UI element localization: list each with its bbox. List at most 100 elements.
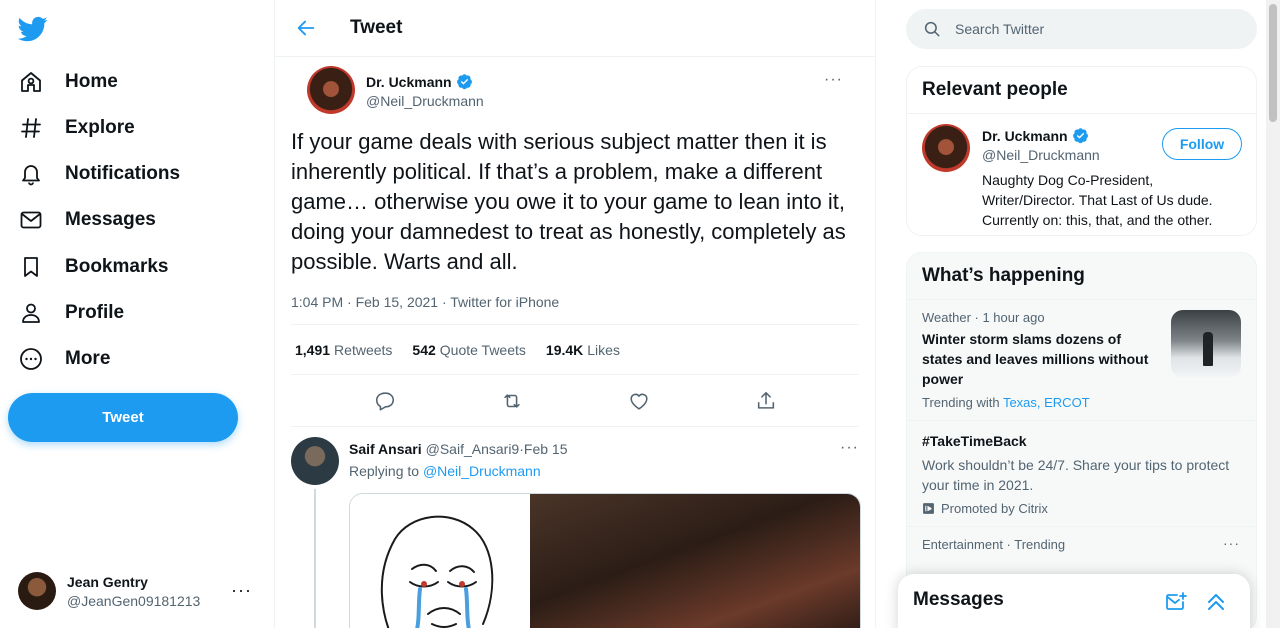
search-bar[interactable] <box>906 9 1257 49</box>
tweet-button[interactable]: Tweet <box>8 393 238 442</box>
trending-with: Trending with Texas, ERCOT <box>922 395 1241 410</box>
promoted-by: Promoted by Citrix <box>941 501 1048 516</box>
reply-date[interactable]: Feb 15 <box>524 441 568 457</box>
nav-more[interactable]: More <box>14 339 114 379</box>
more-horizontal-icon[interactable]: ··· <box>1223 535 1240 551</box>
avatar <box>18 572 56 610</box>
verified-badge-icon <box>1072 128 1088 144</box>
trend-title: Winter storm slams dozens of states and … <box>922 331 1149 387</box>
hashtag-icon <box>18 115 44 141</box>
tweet-source[interactable]: Twitter for iPhone <box>450 294 559 310</box>
left-sidebar: Home Explore Notifications Messages Book… <box>0 0 274 628</box>
trending-with-prefix: Trending with <box>922 395 1003 410</box>
nav-label: Home <box>65 71 118 92</box>
account-name: Jean Gentry <box>67 573 148 590</box>
nav-bookmarks[interactable]: Bookmarks <box>14 247 173 287</box>
share-icon[interactable] <box>755 390 777 412</box>
quote-tweets-stat[interactable]: 542 Quote Tweets <box>412 342 526 358</box>
retweet-icon[interactable] <box>501 390 523 412</box>
trend-meta: Entertainment · Trending <box>922 537 1066 552</box>
author-name: Dr. Uckmann <box>366 73 452 90</box>
main-header: Tweet <box>275 0 875 57</box>
person-name-row[interactable]: Dr. Uckmann <box>982 127 1089 144</box>
relevant-people-card: Relevant people Dr. Uckmann @Neil_Druckm… <box>906 66 1257 236</box>
nav-explore[interactable]: Explore <box>14 108 139 148</box>
avatar[interactable] <box>922 124 970 172</box>
trend-title: #TakeTimeBack <box>922 433 1027 449</box>
person-handle[interactable]: @Neil_Druckmann <box>982 147 1100 163</box>
likes-count: 19.4K <box>545 341 584 358</box>
follow-button[interactable]: Follow <box>1162 128 1242 160</box>
reply-media[interactable] <box>349 493 861 628</box>
twitter-bird-icon[interactable] <box>18 14 48 44</box>
card-title: What’s happening <box>922 265 1085 286</box>
author-handle[interactable]: @Neil_Druckmann <box>366 93 484 109</box>
account-handle: @JeanGen09181213 <box>67 592 201 609</box>
replying-to: Replying to @Neil_Druckmann <box>349 463 541 479</box>
page-scrollbar[interactable] <box>1266 0 1280 628</box>
nav-label: Profile <box>65 302 125 323</box>
tweet-timestamp: 1:04 PM · Feb 15, 2021 · Twitter for iPh… <box>291 294 859 325</box>
relevant-person[interactable]: Dr. Uckmann @Neil_Druckmann Follow Naugh… <box>907 114 1256 234</box>
chevron-double-up-icon[interactable] <box>1204 590 1228 614</box>
reply-author-handle[interactable]: @Saif_Ansari9 <box>426 441 520 457</box>
nav-label: Explore <box>65 117 135 138</box>
promoted-icon <box>923 503 934 514</box>
avatar[interactable] <box>291 437 339 485</box>
trending-with-links[interactable]: Texas, ERCOT <box>1003 395 1090 410</box>
nav-messages[interactable]: Messages <box>14 200 160 240</box>
search-icon <box>924 21 940 37</box>
nav-home[interactable]: Home <box>14 62 122 102</box>
back-arrow-icon[interactable] <box>295 17 317 39</box>
scrollbar-thumb[interactable] <box>1269 4 1277 122</box>
nav-notifications[interactable]: Notifications <box>14 154 184 194</box>
nav-label: More <box>65 348 111 369</box>
author-name-row[interactable]: Dr. Uckmann <box>366 73 473 90</box>
replying-prefix: Replying to <box>349 463 423 479</box>
nav-profile[interactable]: Profile <box>14 293 128 333</box>
more-horizontal-icon[interactable]: ··· <box>840 439 859 457</box>
new-message-icon[interactable] <box>1164 590 1188 614</box>
more-horizontal-icon[interactable]: ··· <box>231 580 252 601</box>
person-icon <box>18 300 44 326</box>
more-circle-icon <box>18 346 44 372</box>
bell-icon <box>18 161 44 187</box>
trend-thumbnail <box>1171 310 1241 378</box>
tweet-actions <box>291 375 859 427</box>
trend-item[interactable]: #TakeTimeBack Work shouldn’t be 24/7. Sh… <box>907 420 1256 526</box>
messages-drawer[interactable]: Messages <box>898 574 1250 628</box>
retweets-label: Retweets <box>334 341 393 358</box>
page-title: Tweet <box>350 17 403 38</box>
verified-badge-icon <box>456 74 472 90</box>
reply-tweet[interactable]: Saif Ansari @Saif_Ansari9 · Feb 15 Reply… <box>275 427 875 628</box>
card-title: Relevant people <box>907 67 1256 114</box>
retweets-count: 1,491 <box>295 341 331 358</box>
bookmark-icon <box>18 254 44 280</box>
search-input[interactable] <box>955 21 1235 37</box>
person-name: Dr. Uckmann <box>982 127 1068 144</box>
nav-label: Bookmarks <box>65 256 169 277</box>
trend-item[interactable]: Entertainment · Trending ··· <box>907 526 1256 562</box>
tweet-text: If your game deals with serious subject … <box>291 129 846 274</box>
trend-item[interactable]: Weather · 1 hour ago Winter storm slams … <box>907 299 1256 420</box>
like-heart-icon[interactable] <box>628 390 650 412</box>
account-switcher[interactable]: Jean Gentry @JeanGen09181213 ··· <box>14 566 264 616</box>
retweets-stat[interactable]: 1,491 Retweets <box>295 342 392 358</box>
avatar[interactable] <box>307 66 355 114</box>
likes-stat[interactable]: 19.4K Likes <box>546 342 620 358</box>
promoted-label: Promoted by Citrix <box>922 501 1241 516</box>
thread-line <box>314 489 316 628</box>
more-horizontal-icon[interactable]: ··· <box>824 71 843 89</box>
trend-description: Work shouldn’t be 24/7. Share your tips … <box>922 457 1230 493</box>
quotes-label: Quote Tweets <box>439 341 526 358</box>
home-icon <box>18 69 44 95</box>
crying-wojak-image <box>350 494 530 628</box>
timestamp[interactable]: 1:04 PM · Feb 15, 2021 · <box>291 294 450 310</box>
right-sidebar: Relevant people Dr. Uckmann @Neil_Druckm… <box>876 0 1280 628</box>
reply-author-name[interactable]: Saif Ansari <box>349 441 422 457</box>
scene-image <box>530 494 860 628</box>
main-column: Tweet Dr. Uckmann @Neil_Druckmann ··· If… <box>274 0 876 628</box>
replying-to-link[interactable]: @Neil_Druckmann <box>423 463 541 479</box>
whats-happening-card: What’s happening Weather · 1 hour ago Wi… <box>906 252 1257 628</box>
reply-icon[interactable] <box>374 390 396 412</box>
